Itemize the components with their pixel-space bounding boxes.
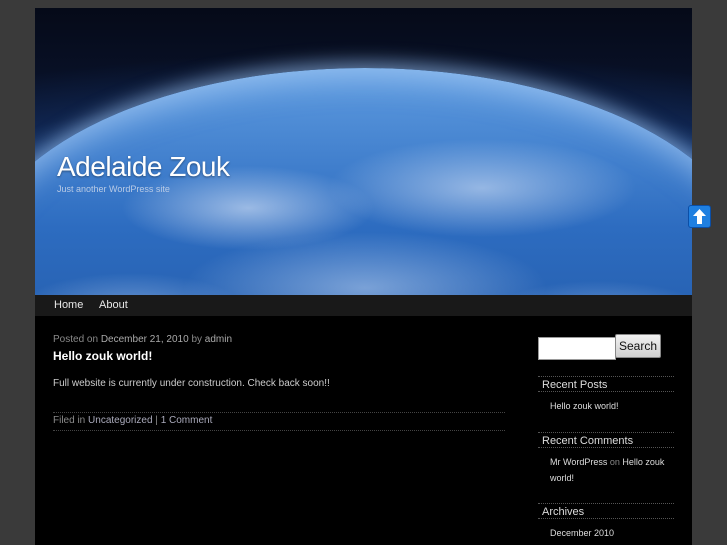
comments-link[interactable]: 1 Comment	[161, 415, 213, 426]
post-title[interactable]: Hello zouk world!	[53, 349, 505, 363]
back-to-top-button[interactable]	[688, 205, 711, 228]
arrow-up-icon	[693, 209, 706, 224]
recent-posts-title: Recent Posts	[538, 376, 674, 392]
archive-item[interactable]: December 2010	[550, 525, 674, 541]
nav-item-home[interactable]: Home	[54, 299, 83, 311]
site-description: Just another WordPress site	[57, 184, 170, 194]
comment-post-link-cont[interactable]: world!	[550, 473, 574, 483]
by-label: by	[191, 334, 203, 345]
entry-utility: Filed in Uncategorized | 1 Comment	[53, 412, 505, 431]
header-banner: Adelaide Zouk Just another WordPress sit…	[35, 8, 692, 295]
recent-comment-item: Mr WordPress on Hello zouk world!	[550, 454, 674, 486]
category-link[interactable]: Uncategorized	[88, 415, 152, 426]
comment-post-link[interactable]: Hello zouk	[622, 457, 664, 467]
page-container: Adelaide Zouk Just another WordPress sit…	[35, 8, 692, 545]
site-title[interactable]: Adelaide Zouk	[57, 151, 230, 183]
posted-on-label: Posted on	[53, 334, 99, 345]
main-content: Posted on December 21, 2010 by admin Hel…	[53, 334, 505, 431]
main-nav: Home About	[35, 295, 692, 316]
post-author[interactable]: admin	[205, 334, 232, 345]
nav-item-about[interactable]: About	[99, 299, 128, 311]
entry-meta: Posted on December 21, 2010 by admin	[53, 334, 505, 345]
recent-post-item[interactable]: Hello zouk world!	[550, 398, 674, 414]
post-date[interactable]: December 21, 2010	[101, 334, 189, 345]
filed-in-label: Filed in	[53, 415, 86, 426]
search-button[interactable]: Search	[615, 334, 661, 358]
post-body: Full website is currently under construc…	[53, 378, 330, 389]
search-input[interactable]	[538, 337, 616, 360]
comment-author-link[interactable]: Mr WordPress	[550, 457, 607, 467]
recent-comments-title: Recent Comments	[538, 432, 674, 448]
archives-title: Archives	[538, 503, 674, 519]
comment-on-label: on	[609, 457, 620, 467]
meta-separator: |	[155, 415, 158, 426]
